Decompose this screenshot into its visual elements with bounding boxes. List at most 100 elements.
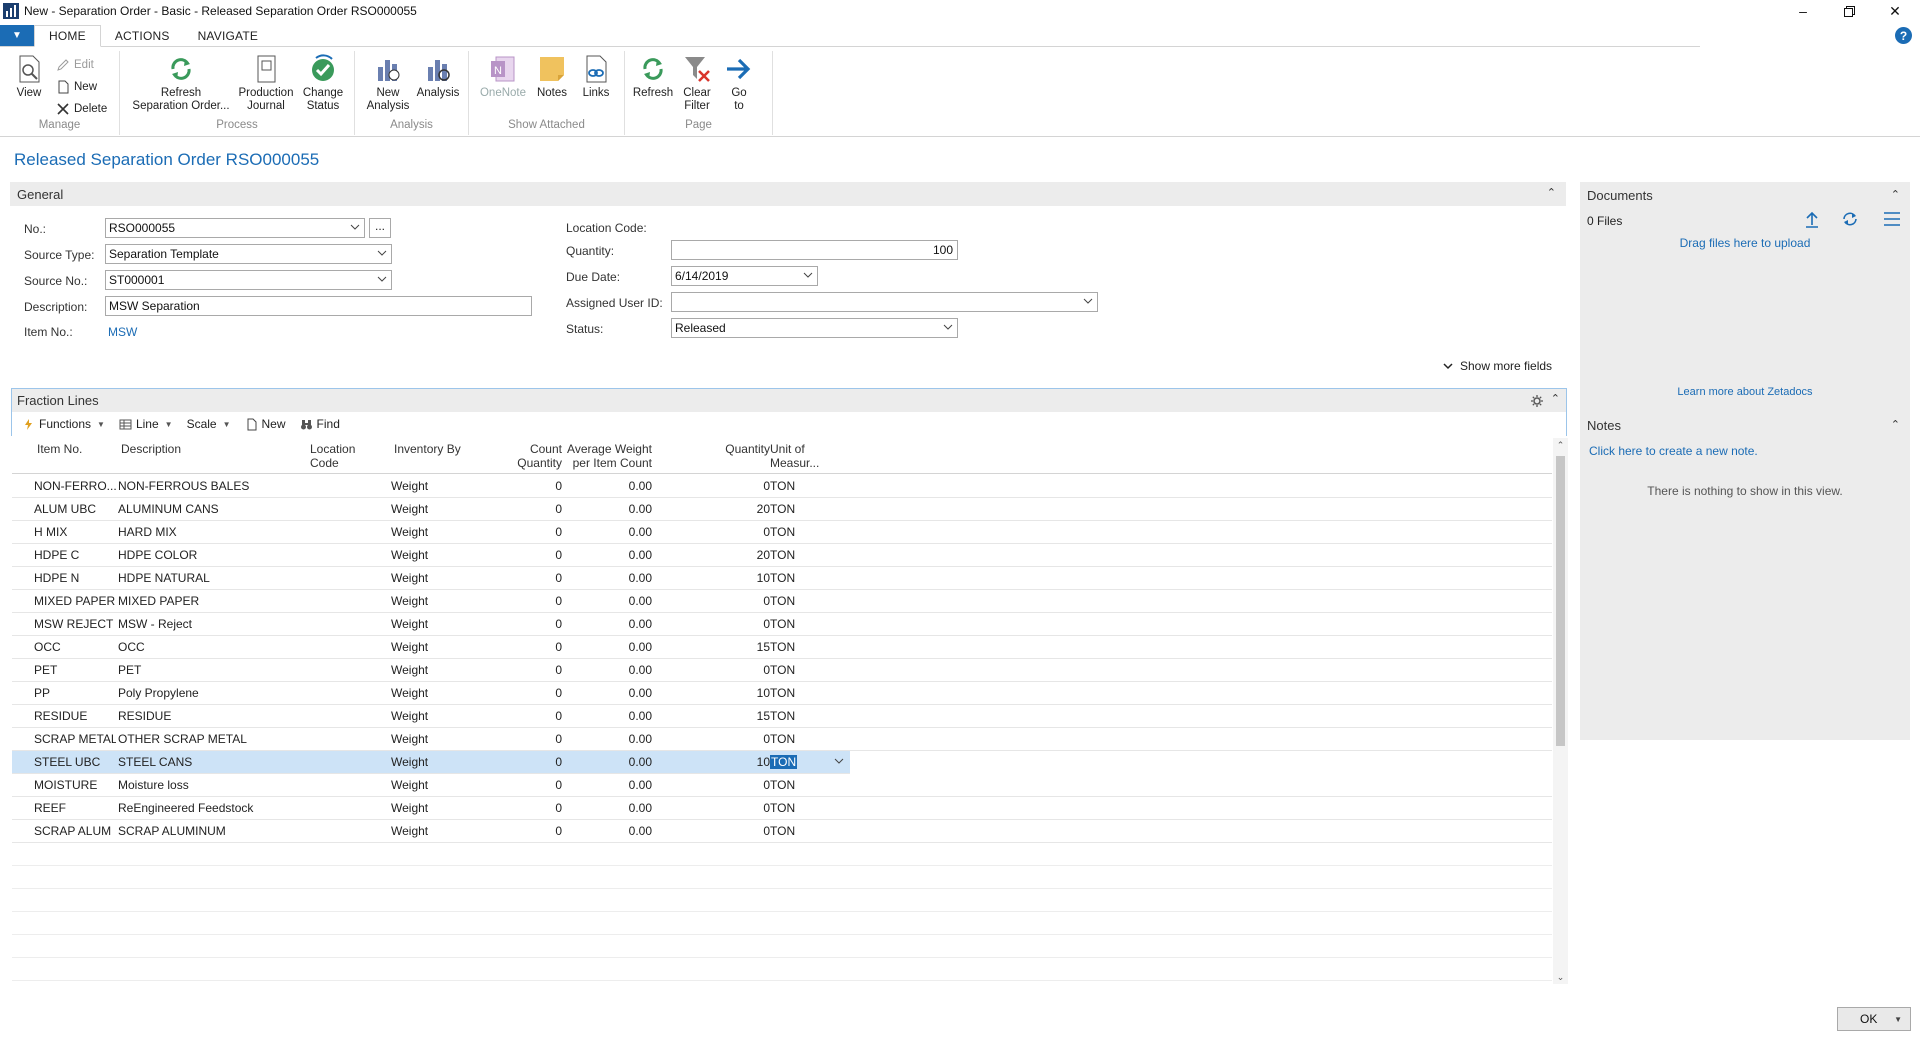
cell-item-no[interactable]: NON-FERRO... [34, 479, 116, 493]
cell-count-quantity[interactable]: 0 [482, 778, 562, 792]
restore-button[interactable] [1826, 0, 1872, 22]
table-row[interactable]: ALUM UBC ALUMINUM CANS Weight 0 0.00 20 TON [12, 498, 1552, 521]
cell-item-no[interactable]: RESIDUE [34, 709, 116, 723]
functions-menu[interactable]: Functions ▼ [22, 417, 105, 431]
cell-average-weight[interactable]: 0.00 [552, 755, 652, 769]
close-button[interactable]: ✕ [1872, 0, 1918, 22]
cell-count-quantity[interactable]: 0 [482, 479, 562, 493]
cell-average-weight[interactable]: 0.00 [552, 640, 652, 654]
cell-description[interactable]: RESIDUE [118, 709, 308, 723]
cell-quantity[interactable]: 10 [662, 571, 770, 585]
col-inventory-by[interactable]: Inventory By [394, 442, 461, 456]
cell-quantity[interactable]: 0 [662, 617, 770, 631]
cell-inventory-by[interactable]: Weight [391, 663, 471, 677]
cell-unit-of-measure[interactable]: TON [770, 571, 810, 585]
cell-average-weight[interactable]: 0.00 [552, 502, 652, 516]
cell-count-quantity[interactable]: 0 [482, 548, 562, 562]
cell-item-no[interactable]: H MIX [34, 525, 116, 539]
cell-quantity[interactable]: 0 [662, 594, 770, 608]
cell-description[interactable]: HARD MIX [118, 525, 308, 539]
links-button[interactable]: Links [573, 53, 619, 100]
cell-unit-of-measure[interactable]: TON [770, 548, 810, 562]
cell-average-weight[interactable]: 0.00 [552, 686, 652, 700]
cell-quantity[interactable]: 0 [662, 663, 770, 677]
cell-average-weight[interactable]: 0.00 [552, 778, 652, 792]
col-item-no[interactable]: Item No. [37, 442, 82, 456]
cell-count-quantity[interactable]: 0 [482, 686, 562, 700]
table-row[interactable]: HDPE N HDPE NATURAL Weight 0 0.00 10 TON [12, 567, 1552, 590]
cell-unit-of-measure[interactable]: TON [770, 824, 810, 838]
cell-description[interactable]: Poly Propylene [118, 686, 308, 700]
cell-average-weight[interactable]: 0.00 [552, 824, 652, 838]
cell-unit-of-measure[interactable]: TON [770, 778, 810, 792]
empty-row[interactable] [12, 958, 1552, 981]
source-no-field[interactable]: ST000001 [105, 270, 392, 290]
cell-unit-of-measure[interactable]: TON [770, 617, 810, 631]
collapse-icon[interactable]: ⌃ [1547, 186, 1556, 199]
drag-files-link[interactable]: Drag files here to upload [1580, 236, 1910, 250]
cell-quantity[interactable]: 10 [662, 755, 770, 769]
cell-description[interactable]: ReEngineered Feedstock [118, 801, 308, 815]
no-field[interactable]: RSO000055 [105, 218, 365, 238]
table-row[interactable]: MIXED PAPER MIXED PAPER Weight 0 0.00 0 TON [12, 590, 1552, 613]
lines-scrollbar[interactable]: ⌃ ⌄ [1553, 438, 1568, 984]
cell-inventory-by[interactable]: Weight [391, 801, 471, 815]
cell-unit-of-measure[interactable]: TON [770, 801, 810, 815]
cell-quantity[interactable]: 20 [662, 548, 770, 562]
cell-inventory-by[interactable]: Weight [391, 502, 471, 516]
table-row[interactable]: PET PET Weight 0 0.00 0 TON [12, 659, 1552, 682]
cell-average-weight[interactable]: 0.00 [552, 548, 652, 562]
table-row[interactable]: MOISTURE Moisture loss Weight 0 0.00 0 TON [12, 774, 1552, 797]
cell-average-weight[interactable]: 0.00 [552, 525, 652, 539]
cell-description[interactable]: OCC [118, 640, 308, 654]
cell-description[interactable]: OTHER SCRAP METAL [118, 732, 308, 746]
due-date-field[interactable]: 6/14/2019 [671, 266, 818, 286]
cell-quantity[interactable]: 0 [662, 525, 770, 539]
refresh-page-button[interactable]: Refresh [631, 53, 675, 100]
collapse-icon[interactable]: ⌃ [1551, 392, 1560, 405]
status-select[interactable]: Released [671, 318, 958, 338]
delete-button[interactable]: Delete [56, 100, 107, 118]
item-no-link[interactable]: MSW [108, 325, 137, 339]
cell-count-quantity[interactable]: 0 [482, 617, 562, 631]
cell-item-no[interactable]: SCRAP METAL [34, 732, 116, 746]
ok-button[interactable]: OK ▼ [1837, 1007, 1911, 1031]
cell-average-weight[interactable]: 0.00 [552, 801, 652, 815]
cell-quantity[interactable]: 20 [662, 502, 770, 516]
cell-inventory-by[interactable]: Weight [391, 617, 471, 631]
cell-unit-of-measure[interactable]: TON [770, 755, 810, 769]
table-row[interactable]: SCRAP METAL OTHER SCRAP METAL Weight 0 0.00 0… [12, 728, 1552, 751]
col-location-code[interactable]: Location Code [310, 442, 355, 470]
description-field[interactable]: MSW Separation [105, 296, 532, 316]
cell-item-no[interactable]: MIXED PAPER [34, 594, 116, 608]
cell-description[interactable]: HDPE NATURAL [118, 571, 308, 585]
cell-description[interactable]: MIXED PAPER [118, 594, 308, 608]
create-note-link[interactable]: Click here to create a new note. [1589, 444, 1758, 458]
cell-quantity[interactable]: 10 [662, 686, 770, 700]
minimize-button[interactable]: – [1780, 0, 1826, 22]
cell-inventory-by[interactable]: Weight [391, 755, 471, 769]
table-row[interactable]: SCRAP ALUM SCRAP ALUMINUM Weight 0 0.00 0 TON [12, 820, 1552, 843]
cell-inventory-by[interactable]: Weight [391, 686, 471, 700]
gear-icon[interactable] [1530, 394, 1544, 408]
line-menu[interactable]: Line ▼ [119, 417, 173, 431]
cell-item-no[interactable]: MSW REJECT [34, 617, 116, 631]
cell-count-quantity[interactable]: 0 [482, 502, 562, 516]
tab-navigate[interactable]: NAVIGATE [184, 25, 273, 46]
cell-inventory-by[interactable]: Weight [391, 548, 471, 562]
cell-quantity[interactable]: 0 [662, 732, 770, 746]
cell-inventory-by[interactable]: Weight [391, 571, 471, 585]
table-row[interactable]: HDPE C HDPE COLOR Weight 0 0.00 20 TON [12, 544, 1552, 567]
cell-inventory-by[interactable]: Weight [391, 525, 471, 539]
find-button[interactable]: Find [300, 417, 340, 431]
cell-item-no[interactable]: REEF [34, 801, 116, 815]
clear-filter-button[interactable]: Clear Filter [677, 53, 717, 113]
cell-average-weight[interactable]: 0.00 [552, 571, 652, 585]
refresh-separation-order-button[interactable]: Refresh Separation Order... [128, 53, 234, 113]
source-type-select[interactable]: Separation Template [105, 244, 392, 264]
chevron-down-icon[interactable]: ▼ [1894, 1015, 1902, 1024]
uom-dropdown-icon[interactable] [834, 755, 844, 770]
go-to-button[interactable]: Go to [719, 53, 759, 113]
col-description[interactable]: Description [121, 442, 181, 456]
table-row[interactable]: H MIX HARD MIX Weight 0 0.00 0 TON [12, 521, 1552, 544]
